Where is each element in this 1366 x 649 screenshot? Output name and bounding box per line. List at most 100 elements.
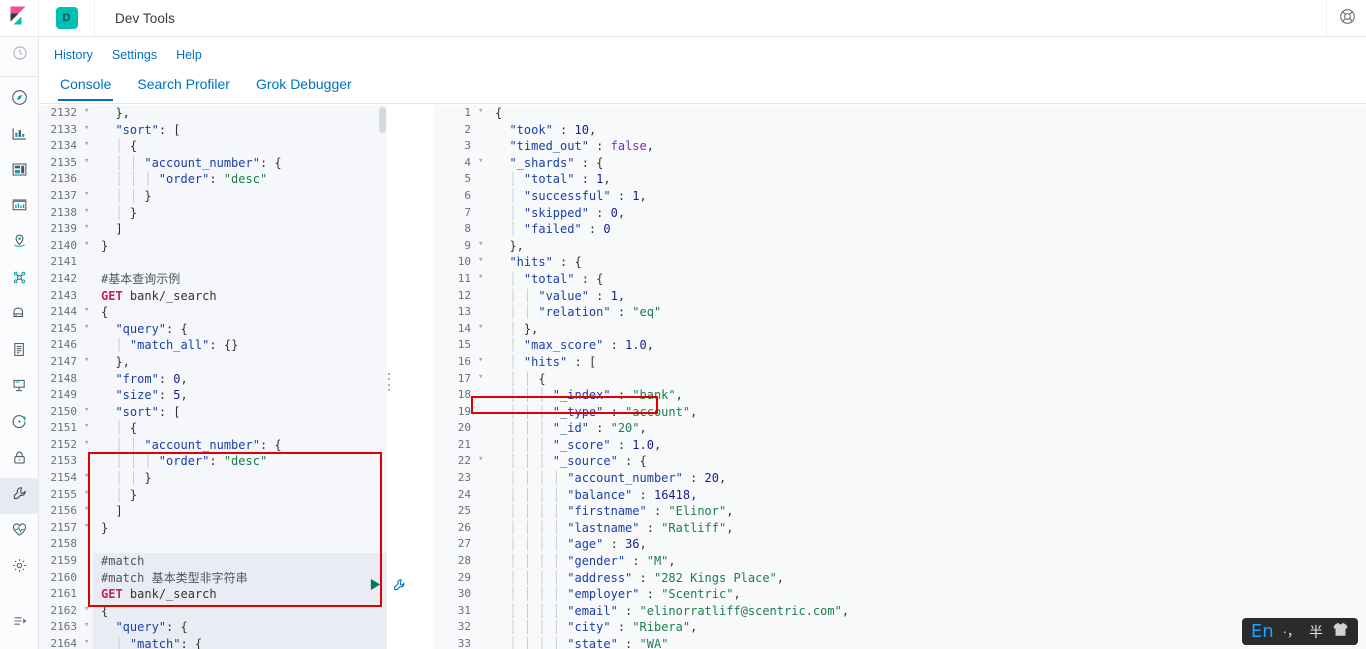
fold-marker[interactable]: ▾ [83, 187, 93, 205]
editor-line-row[interactable]: 2138 ▾ │ } [39, 204, 387, 222]
sidebar-item-visualize[interactable] [0, 118, 39, 154]
editor-line-row[interactable]: 2160 #match 基本类型非字符串 [39, 569, 387, 587]
ime-punctuation-toggle[interactable]: ·， [1283, 625, 1300, 638]
sidebar-item-dev-tools[interactable] [0, 478, 39, 514]
output-line-row[interactable]: 27 │ │ │ │ "age" : 36, [433, 536, 1366, 554]
fold-marker[interactable]: ▾ [83, 403, 93, 421]
output-line-row[interactable]: 25 │ │ │ │ "firstname" : "Elinor", [433, 503, 1366, 520]
output-line-row[interactable]: 1 ▾{ [433, 105, 1366, 122]
fold-marker[interactable]: ▾ [83, 237, 93, 255]
output-line-row[interactable]: 28 │ │ │ │ "gender" : "M", [433, 553, 1366, 570]
fold-marker[interactable]: ▾ [83, 304, 93, 321]
wrench-tools-icon[interactable] [392, 578, 406, 597]
sidebar-item-maps[interactable] [0, 226, 39, 262]
fold-marker[interactable]: ▾ [83, 353, 93, 371]
editor-line-row[interactable]: 2136 │ │ │ "order": "desc" [39, 171, 387, 188]
tab-console[interactable]: Console [47, 71, 124, 101]
fold-marker[interactable]: ▾ [83, 204, 93, 222]
tab-search-profiler[interactable]: Search Profiler [124, 71, 243, 101]
fold-marker[interactable]: ▾ [83, 619, 93, 636]
output-line-row[interactable]: 5 │ "total" : 1, [433, 171, 1366, 188]
editor-line-row[interactable]: 2161 GET bank/_search [39, 586, 387, 603]
editor-line-row[interactable]: 2154 ▾ │ │ } [39, 470, 387, 487]
output-line-row[interactable]: 11 ▾ │ "total" : { [433, 270, 1366, 288]
ime-width-toggle[interactable]: 半 [1309, 625, 1323, 639]
request-editor-scroll[interactable]: 2132 ▾ }, 2133 ▾ "sort": [2134 ▾ │ {2135 ▾ │ … [39, 105, 387, 649]
editor-line-row[interactable]: 2142 #基本查询示例 [39, 270, 387, 288]
fold-marker[interactable]: ▾ [83, 470, 93, 487]
menu-item-help[interactable]: Help [168, 46, 210, 64]
editor-line-row[interactable]: 2135 ▾ │ │ "account_number": { [39, 154, 387, 172]
pane-resize-grip[interactable] [384, 373, 394, 391]
sidebar-item-siem[interactable] [0, 442, 39, 478]
output-line-row[interactable]: 17 ▾ │ │ { [433, 370, 1366, 388]
fold-marker[interactable]: ▾ [83, 121, 93, 139]
output-line-row[interactable]: 10 ▾ "hits" : { [433, 254, 1366, 271]
editor-line-row[interactable]: 2134 ▾ │ { [39, 138, 387, 155]
fold-marker[interactable]: ▾ [83, 636, 93, 649]
editor-line-row[interactable]: 2150 ▾ "sort": [ [39, 403, 387, 421]
fold-marker[interactable]: ▾ [83, 436, 93, 454]
fold-marker[interactable]: ▾ [83, 105, 93, 122]
editor-line-row[interactable]: 2157 ▾} [39, 519, 387, 537]
editor-line-row[interactable]: 2139 ▾ ] [39, 221, 387, 238]
output-line-row[interactable]: 24 │ │ │ │ "balance" : 16418, [433, 486, 1366, 504]
request-editor-scroll-thumb[interactable] [379, 107, 386, 133]
sidebar-item-monitoring[interactable] [0, 514, 39, 550]
output-line-row[interactable]: 16 ▾ │ "hits" : [ [433, 353, 1366, 371]
output-line-row[interactable]: 7 │ "skipped" : 0, [433, 204, 1366, 222]
fold-marker[interactable]: ▾ [83, 154, 93, 172]
sidebar-item-recently-viewed[interactable] [0, 37, 39, 73]
fold-marker[interactable]: ▾ [477, 154, 487, 172]
collapse-nav-button[interactable] [0, 605, 39, 641]
output-line-row[interactable]: 30 │ │ │ │ "employer" : "Scentric", [433, 586, 1366, 603]
sidebar-item-apm[interactable] [0, 370, 39, 406]
editor-line-row[interactable]: 2145 ▾ "query": { [39, 320, 387, 338]
editor-line-row[interactable]: 2158 [39, 536, 387, 554]
output-line-row[interactable]: 20 │ │ │ "_id" : "20", [433, 420, 1366, 437]
ime-status-bar[interactable]: En ·， 半 [1241, 618, 1358, 645]
output-line-row[interactable]: 22 ▾ │ │ │ "_source" : { [433, 453, 1366, 471]
output-line-row[interactable]: 33 │ │ │ │ "state" : "WA" [433, 636, 1366, 649]
fold-marker[interactable]: ▾ [477, 370, 487, 388]
output-line-row[interactable]: 14 ▾ │ }, [433, 320, 1366, 338]
editor-line-row[interactable]: 2155 ▾ │ } [39, 486, 387, 504]
ime-shirt-icon[interactable] [1332, 622, 1349, 642]
output-line-row[interactable]: 2 "took" : 10, [433, 121, 1366, 139]
kibana-logo-button[interactable] [0, 0, 39, 37]
output-line-row[interactable]: 31 │ │ │ │ "email" : "elinorratliff@scen… [433, 602, 1366, 620]
tab-grok-debugger[interactable]: Grok Debugger [243, 71, 365, 101]
fold-marker[interactable]: ▾ [83, 221, 93, 238]
editor-line-row[interactable]: 2137 ▾ │ │ } [39, 187, 387, 205]
fold-marker[interactable]: ▾ [83, 138, 93, 155]
editor-line-row[interactable]: 2164 ▾ │ "match": { [39, 636, 387, 649]
editor-line-row[interactable]: 2162 ▾{ [39, 602, 387, 620]
menu-item-settings[interactable]: Settings [104, 46, 165, 64]
fold-marker[interactable]: ▾ [477, 320, 487, 338]
sidebar-item-uptime[interactable] [0, 406, 39, 442]
menu-item-history[interactable]: History [46, 46, 101, 64]
fold-marker[interactable]: ▾ [477, 353, 487, 371]
editor-line-row[interactable]: 2144 ▾{ [39, 304, 387, 321]
fold-marker[interactable]: ▾ [83, 486, 93, 504]
output-line-row[interactable]: 6 │ "successful" : 1, [433, 187, 1366, 205]
editor-line-row[interactable]: 2159 #match [39, 553, 387, 570]
app-badge[interactable]: D [39, 0, 95, 37]
output-line-row[interactable]: 21 │ │ │ "_score" : 1.0, [433, 436, 1366, 454]
response-output-pane[interactable]: 1 ▾{2 "took" : 10, 3 "timed_out" : false, 4… [433, 105, 1366, 649]
editor-line-row[interactable]: 2132 ▾ }, [39, 105, 387, 122]
editor-line-row[interactable]: 2148 "from": 0, [39, 370, 387, 388]
output-line-row[interactable]: 9 ▾ }, [433, 237, 1366, 255]
editor-line-row[interactable]: 2133 ▾ "sort": [ [39, 121, 387, 139]
sidebar-item-dashboard[interactable] [0, 154, 39, 190]
fold-marker[interactable]: ▾ [83, 602, 93, 620]
output-line-row[interactable]: 3 "timed_out" : false, [433, 138, 1366, 155]
editor-line-row[interactable]: 2163 ▾ "query": { [39, 619, 387, 636]
editor-line-row[interactable]: 2151 ▾ │ { [39, 420, 387, 437]
output-line-row[interactable]: 18 │ │ │ "_index" : "bank", [433, 387, 1366, 404]
request-editor-pane[interactable]: 2132 ▾ }, 2133 ▾ "sort": [2134 ▾ │ {2135 ▾ │ … [39, 105, 387, 649]
output-line-row[interactable]: 19 │ │ │ "_type" : "account", [433, 403, 1366, 421]
fold-marker[interactable]: ▾ [83, 519, 93, 537]
sidebar-item-logs[interactable] [0, 334, 39, 370]
sidebar-item-management[interactable] [0, 550, 39, 586]
